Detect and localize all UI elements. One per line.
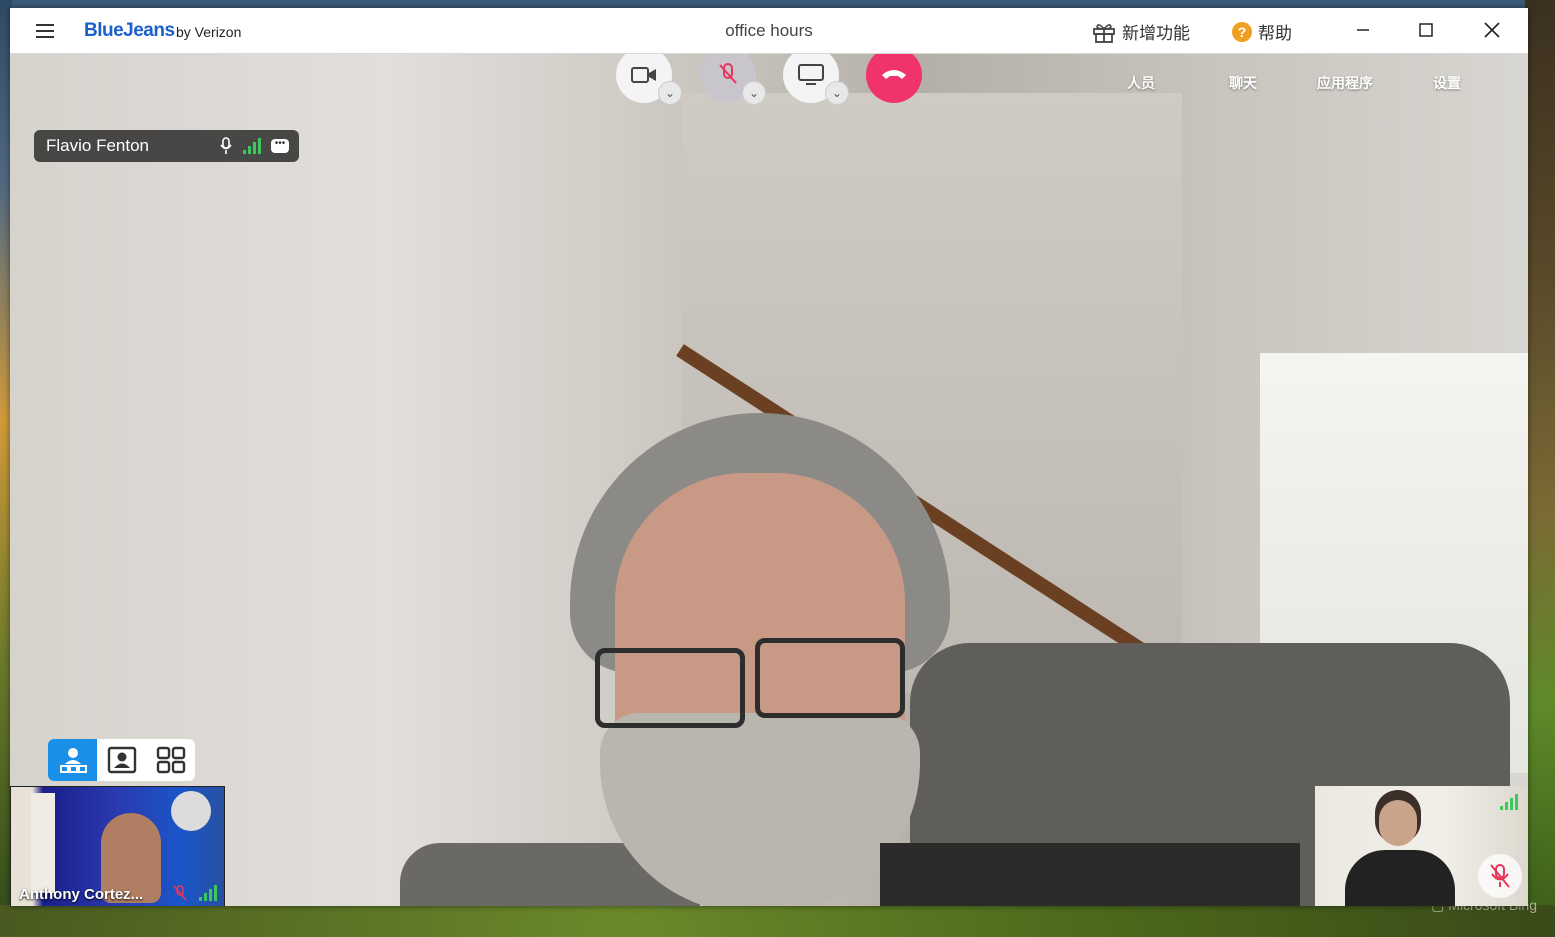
whats-new-label: 新增功能 (1122, 24, 1190, 43)
speaker-layout-icon (59, 748, 87, 773)
share-screen-button[interactable]: ⌄ (783, 53, 849, 105)
gallery-layout-icon (156, 746, 185, 774)
screen-share-icon (798, 64, 824, 85)
signal-icon (1500, 794, 1518, 810)
self-mute-button[interactable] (1478, 854, 1522, 898)
brand-logo: BlueJeans (84, 20, 175, 41)
maximize-icon (1419, 23, 1433, 37)
speaker-name-tag: Flavio Fenton ••• (34, 130, 299, 162)
gallery-layout-button[interactable] (146, 739, 195, 781)
brand-byline: by Verizon (176, 24, 242, 40)
settings-tab-label: 设置 (1433, 75, 1461, 91)
chat-bubble-icon[interactable]: ••• (271, 139, 289, 153)
help-icon: ? (1232, 21, 1252, 42)
thumb-door (31, 793, 55, 893)
bluejeans-window: ⌄ ⌄ ⌄ 人员 聊天 应用程序 设置 Flavio Fenton ••• An… (10, 8, 1528, 906)
settings-tab[interactable]: 设置 (1407, 73, 1487, 93)
help-button[interactable]: ? 帮助 (1232, 19, 1292, 44)
close-icon (1484, 22, 1500, 38)
mic-muted-icon (719, 63, 737, 84)
main-video: ⌄ ⌄ ⌄ 人员 聊天 应用程序 设置 Flavio Fenton ••• An… (10, 53, 1528, 906)
speaker-shirt (880, 843, 1300, 906)
camera-options-chevron[interactable]: ⌄ (658, 81, 682, 105)
camera-icon (631, 67, 656, 83)
whats-new-button[interactable]: 新增功能 (1092, 19, 1190, 44)
signal-icon (243, 138, 261, 154)
chat-tab-label: 聊天 (1229, 75, 1257, 91)
participant-name-left: Anthony Cortez... (19, 886, 144, 903)
people-layout-icon (107, 746, 136, 774)
thumb-self-face (1379, 800, 1417, 846)
mic-options-chevron[interactable]: ⌄ (742, 81, 766, 105)
signal-icon (199, 885, 217, 901)
minimize-button[interactable] (1348, 18, 1378, 42)
hamburger-icon[interactable] (36, 24, 54, 38)
mute-button[interactable]: ⌄ (700, 53, 766, 105)
mic-muted-icon (173, 885, 187, 901)
close-button[interactable] (1477, 18, 1507, 42)
people-layout-button[interactable] (97, 739, 146, 781)
maximize-button[interactable] (1411, 18, 1441, 42)
chat-tab[interactable]: 聊天 (1203, 73, 1283, 93)
desktop-wallpaper-bottom (0, 905, 1555, 937)
desktop-wallpaper-right (1525, 0, 1555, 937)
thumb-self-shirt (1345, 850, 1455, 906)
speaker-person (570, 413, 950, 906)
end-call-icon (882, 70, 906, 79)
self-view-thumbnail[interactable] (1315, 786, 1528, 906)
title-bar: BlueJeans by Verizon office hours 新增功能 ?… (10, 8, 1528, 54)
minimize-icon (1357, 29, 1369, 31)
layout-switcher (48, 739, 195, 781)
help-label: 帮助 (1258, 24, 1292, 43)
thumb-poster (171, 791, 211, 831)
apps-tab-label: 应用程序 (1317, 75, 1373, 91)
participant-thumbnail-left[interactable]: Anthony Cortez... (10, 786, 225, 906)
mic-icon (220, 137, 232, 154)
gift-icon (1093, 23, 1115, 43)
speaker-name: Flavio Fenton (46, 136, 149, 155)
people-tab-label: 人员 (1127, 75, 1155, 91)
apps-tab[interactable]: 应用程序 (1305, 73, 1385, 93)
speaker-layout-button[interactable] (48, 739, 97, 781)
mic-muted-icon (1490, 864, 1510, 888)
share-options-chevron[interactable]: ⌄ (825, 81, 849, 105)
people-tab[interactable]: 人员 (1101, 73, 1181, 93)
camera-button[interactable]: ⌄ (616, 53, 682, 105)
